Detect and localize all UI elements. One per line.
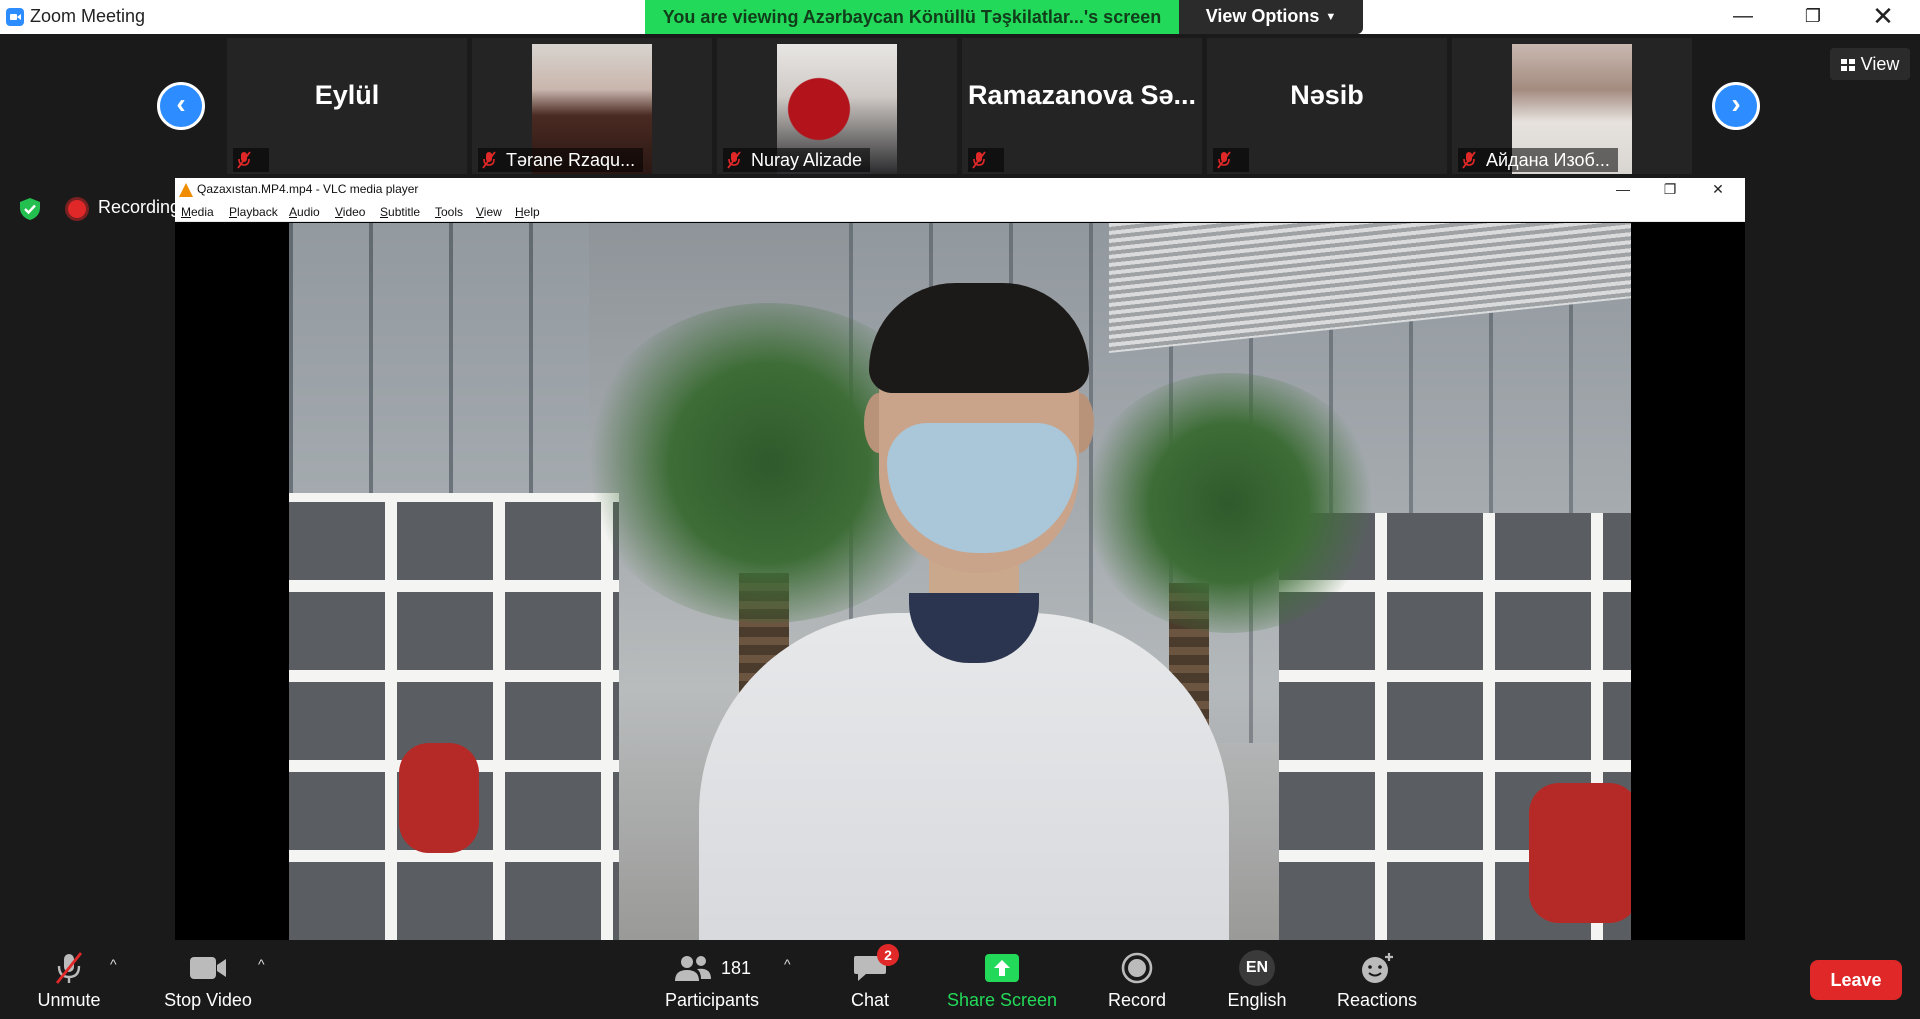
participant-strip: ‹ Eylül Tərane Rzaqu... Nuray Alizade Ra… bbox=[0, 34, 1920, 178]
stop-video-button[interactable]: Stop Video bbox=[143, 950, 273, 1016]
participants-label: Participants bbox=[664, 990, 760, 1010]
view-layout-button[interactable]: View bbox=[1830, 48, 1910, 80]
muted-mic-icon bbox=[482, 151, 496, 169]
vlc-menu-tools[interactable]: Tools bbox=[435, 205, 463, 219]
muted-mic-icon bbox=[1462, 151, 1476, 169]
view-options-button[interactable]: View Options ▼ bbox=[1179, 0, 1363, 34]
minimize-window-button[interactable]: — bbox=[1714, 0, 1772, 34]
chevron-down-icon: ▼ bbox=[1325, 11, 1337, 23]
recording-indicator-icon bbox=[68, 200, 86, 218]
unmute-label: Unmute bbox=[37, 990, 101, 1010]
chevron-left-icon: ‹ bbox=[176, 88, 186, 119]
view-options-label: View Options bbox=[1205, 6, 1320, 26]
window-title-bar: Zoom Meeting You are viewing Azərbaycan … bbox=[0, 0, 1920, 34]
video-options-caret[interactable]: ^ bbox=[258, 956, 265, 972]
muted-microphone-icon bbox=[55, 952, 83, 984]
participant-tile[interactable]: Tərane Rzaqu... bbox=[472, 38, 712, 174]
zoom-app-icon bbox=[6, 8, 24, 26]
recording-status[interactable]: Recording bbox=[98, 197, 180, 218]
vlc-maximize-button[interactable]: ❐ bbox=[1647, 178, 1693, 202]
video-frame[interactable] bbox=[289, 223, 1631, 940]
vlc-menu-playback[interactable]: Playback bbox=[229, 205, 278, 219]
vlc-menu-audio[interactable]: Audio bbox=[289, 205, 320, 219]
share-screen-label: Share Screen bbox=[946, 990, 1058, 1010]
muted-mic-icon bbox=[1217, 151, 1231, 169]
participant-name: Eylül bbox=[314, 80, 380, 110]
participants-button[interactable]: 181 Participants bbox=[647, 950, 777, 1016]
participants-count: 181 bbox=[720, 957, 752, 978]
window-title: Zoom Meeting bbox=[30, 6, 146, 26]
view-layout-label: View bbox=[1860, 54, 1900, 74]
participant-tile[interactable]: Nəsib bbox=[1207, 38, 1447, 174]
language-interpretation-button[interactable]: EN English bbox=[1192, 950, 1322, 1016]
participant-tile[interactable]: Eylül bbox=[227, 38, 467, 174]
vlc-menu-bar: Media Playback Audio Video Subtitle Tool… bbox=[175, 202, 1745, 222]
vlc-menu-view[interactable]: View bbox=[476, 205, 502, 219]
chat-label: Chat bbox=[850, 990, 890, 1010]
chat-button[interactable]: 2 Chat bbox=[805, 944, 935, 1016]
participant-label bbox=[968, 148, 1004, 172]
participant-label: Айдана Изоб... bbox=[1458, 148, 1618, 172]
muted-mic-icon bbox=[727, 151, 741, 169]
vlc-minimize-button[interactable]: — bbox=[1600, 178, 1646, 202]
smiley-add-icon bbox=[1362, 953, 1393, 983]
language-label: English bbox=[1227, 990, 1287, 1010]
participants-icon bbox=[674, 956, 711, 981]
participant-label bbox=[1213, 148, 1249, 172]
shield-icon[interactable] bbox=[18, 197, 42, 221]
participant-label: Tərane Rzaqu... bbox=[478, 148, 644, 172]
participant-display-name: Tərane Rzaqu... bbox=[506, 150, 636, 170]
screen-share-banner-text: You are viewing Azərbaycan Könüllü Təşki… bbox=[662, 7, 1162, 27]
vlc-title-bar: Qazaxıstan.MP4.mp4 - VLC media player — … bbox=[175, 178, 1745, 202]
record-button[interactable]: Record bbox=[1072, 950, 1202, 1016]
share-screen-icon bbox=[985, 954, 1019, 982]
participant-tile[interactable]: Ramazanova Sə... bbox=[962, 38, 1202, 174]
video-red-chair bbox=[1529, 783, 1631, 923]
participant-display-name: Айдана Изоб... bbox=[1486, 150, 1610, 170]
record-label: Record bbox=[1107, 990, 1167, 1010]
participant-display-name: Nuray Alizade bbox=[751, 150, 863, 170]
vlc-window-title: Qazaxıstan.MP4.mp4 - VLC media player bbox=[197, 182, 419, 196]
vlc-cone-icon bbox=[179, 183, 193, 197]
participant-tile[interactable]: Nuray Alizade bbox=[717, 38, 957, 174]
screen-share-banner: You are viewing Azərbaycan Könüllü Təşki… bbox=[645, 0, 1179, 34]
share-screen-button[interactable]: Share Screen bbox=[937, 950, 1067, 1016]
vlc-close-button[interactable]: ✕ bbox=[1695, 178, 1741, 202]
language-globe-icon: EN bbox=[1239, 950, 1275, 986]
muted-mic-icon bbox=[972, 151, 986, 169]
grid-icon bbox=[1840, 59, 1855, 71]
video-palm-leaves bbox=[1079, 373, 1379, 633]
record-icon bbox=[1121, 952, 1153, 984]
participants-options-caret[interactable]: ^ bbox=[784, 956, 791, 972]
vlc-menu-video[interactable]: Video bbox=[335, 205, 365, 219]
stop-video-label: Stop Video bbox=[164, 990, 252, 1010]
video-camera-icon bbox=[190, 957, 226, 979]
audio-options-caret[interactable]: ^ bbox=[110, 956, 117, 972]
leave-meeting-button[interactable]: Leave bbox=[1810, 960, 1902, 1000]
video-bookshelf bbox=[289, 493, 619, 940]
chevron-right-icon: › bbox=[1731, 88, 1741, 119]
reactions-label: Reactions bbox=[1336, 990, 1418, 1010]
previous-page-button[interactable]: ‹ bbox=[157, 82, 205, 130]
shared-screen-vlc-window: Qazaxıstan.MP4.mp4 - VLC media player — … bbox=[175, 178, 1745, 940]
muted-mic-icon bbox=[237, 151, 251, 169]
meeting-toolbar: Unmute ^ Stop Video ^ 181 Participants ^ bbox=[0, 940, 1920, 1019]
participant-tile[interactable]: Айдана Изоб... bbox=[1452, 38, 1692, 174]
participant-label: Nuray Alizade bbox=[723, 148, 871, 172]
vlc-menu-help[interactable]: Help bbox=[515, 205, 540, 219]
video-red-chair bbox=[399, 743, 479, 853]
close-window-button[interactable]: ✕ bbox=[1854, 0, 1912, 34]
participant-name: Ramazanova Sə... bbox=[967, 80, 1197, 110]
chat-unread-badge: 2 bbox=[877, 944, 899, 966]
restore-window-button[interactable]: ❐ bbox=[1784, 0, 1842, 34]
participant-name: Nəsib bbox=[1290, 80, 1364, 110]
participant-label bbox=[233, 148, 269, 172]
vlc-menu-media[interactable]: Media bbox=[181, 205, 214, 219]
next-page-button[interactable]: › bbox=[1712, 82, 1760, 130]
vlc-menu-subtitle[interactable]: Subtitle bbox=[380, 205, 420, 219]
reactions-button[interactable]: Reactions bbox=[1312, 950, 1442, 1016]
